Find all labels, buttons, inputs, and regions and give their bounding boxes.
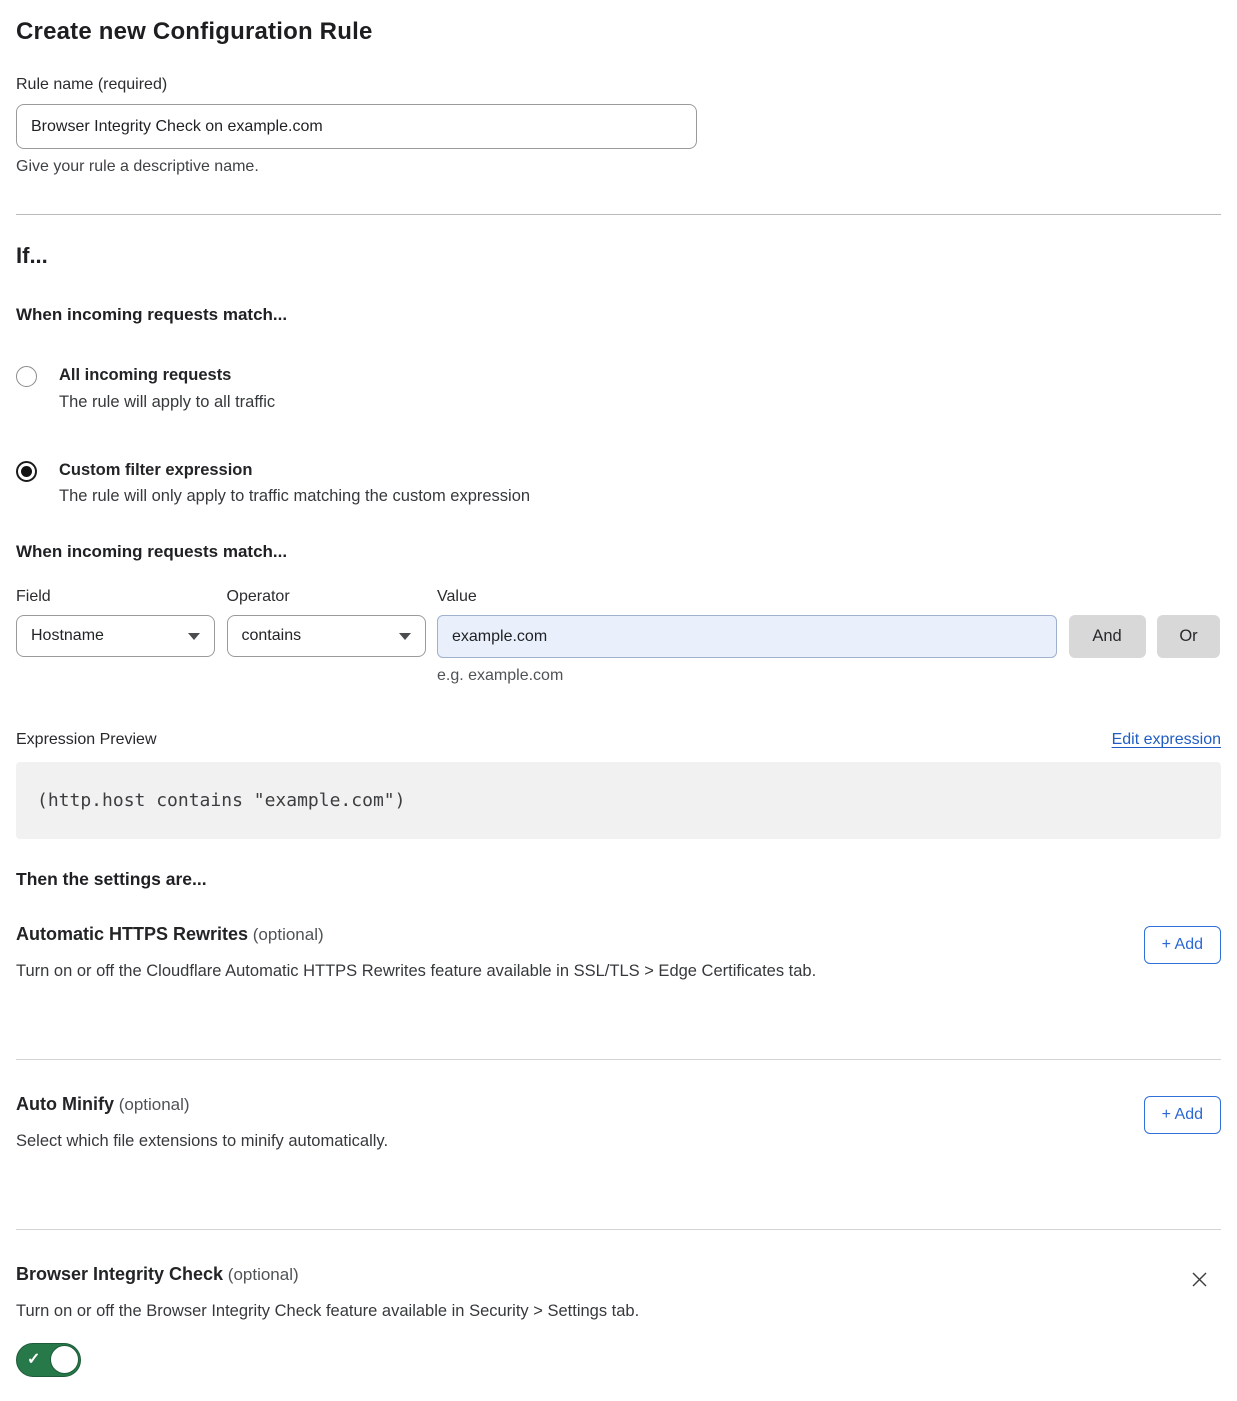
add-automatic-https-rewrites-button[interactable]: + Add [1144,926,1221,964]
operator-select-value: contains [242,627,302,645]
chevron-down-icon [399,633,411,640]
radio-button[interactable] [16,366,37,387]
builder-column-labels: Field Operator Value [16,588,1221,606]
setting-auto-minify: Auto Minify (optional) Select which file… [16,1094,1221,1191]
remove-setting-button[interactable] [1186,1266,1213,1293]
setting-title: Browser Integrity Check [16,1264,223,1284]
check-icon: ✓ [27,1352,40,1368]
setting-optional-suffix: (optional) [248,925,324,944]
edit-expression-link[interactable]: Edit expression [1112,731,1221,749]
value-column-label: Value [437,588,1057,606]
and-button[interactable]: And [1069,615,1146,658]
then-settings-heading: Then the settings are... [16,869,1221,890]
setting-description: Turn on or off the Browser Integrity Che… [16,1302,639,1321]
create-configuration-rule-form: Create new Configuration Rule Rule name … [0,0,1237,1401]
radio-button[interactable] [16,461,37,482]
expression-preview-code: (http.host contains "example.com") [16,762,1221,839]
expression-code-text: (http.host contains "example.com") [37,790,405,811]
section-divider [16,214,1221,215]
add-auto-minify-button[interactable]: + Add [1144,1096,1221,1134]
section-divider [16,1229,1221,1230]
setting-browser-integrity-check: Browser Integrity Check (optional) Turn … [16,1264,1221,1377]
radio-option-custom-filter[interactable]: Custom filter expression The rule will o… [16,460,1221,507]
builder-controls-row: Hostname contains And Or [16,615,1221,658]
rule-name-input[interactable] [16,104,697,149]
setting-automatic-https-rewrites: Automatic HTTPS Rewrites (optional) Turn… [16,924,1221,1021]
rule-name-helper: Give your rule a descriptive name. [16,158,1221,176]
radio-option-description: The rule will only apply to traffic matc… [59,487,530,506]
radio-option-label[interactable]: Custom filter expression [59,460,530,481]
rule-name-label: Rule name (required) [16,76,1221,94]
expression-preview-label: Expression Preview [16,731,157,749]
or-button[interactable]: Or [1157,615,1220,658]
setting-title: Automatic HTTPS Rewrites [16,924,248,944]
field-select-value: Hostname [31,627,104,645]
section-divider [16,1059,1221,1060]
operator-column-label: Operator [227,588,426,606]
if-heading: If... [16,243,1221,269]
field-column-label: Field [16,588,215,606]
setting-description: Select which file extensions to minify a… [16,1132,388,1151]
builder-heading: When incoming requests match... [16,542,1221,562]
value-input[interactable] [437,615,1057,658]
radio-option-description: The rule will apply to all traffic [59,393,275,412]
setting-title: Auto Minify [16,1094,114,1114]
toggle-knob [50,1345,79,1374]
field-select[interactable]: Hostname [16,615,215,657]
setting-optional-suffix: (optional) [114,1095,190,1114]
match-heading: When incoming requests match... [16,305,1221,325]
chevron-down-icon [188,633,200,640]
operator-select[interactable]: contains [227,615,426,657]
page-title: Create new Configuration Rule [16,18,1221,46]
value-helper: e.g. example.com [437,667,1221,685]
radio-option-all-requests[interactable]: All incoming requests The rule will appl… [16,365,1221,412]
setting-description: Turn on or off the Cloudflare Automatic … [16,962,816,981]
close-icon [1190,1270,1209,1289]
radio-option-label[interactable]: All incoming requests [59,365,275,386]
setting-optional-suffix: (optional) [223,1265,299,1284]
browser-integrity-check-toggle[interactable]: ✓ [16,1343,81,1377]
